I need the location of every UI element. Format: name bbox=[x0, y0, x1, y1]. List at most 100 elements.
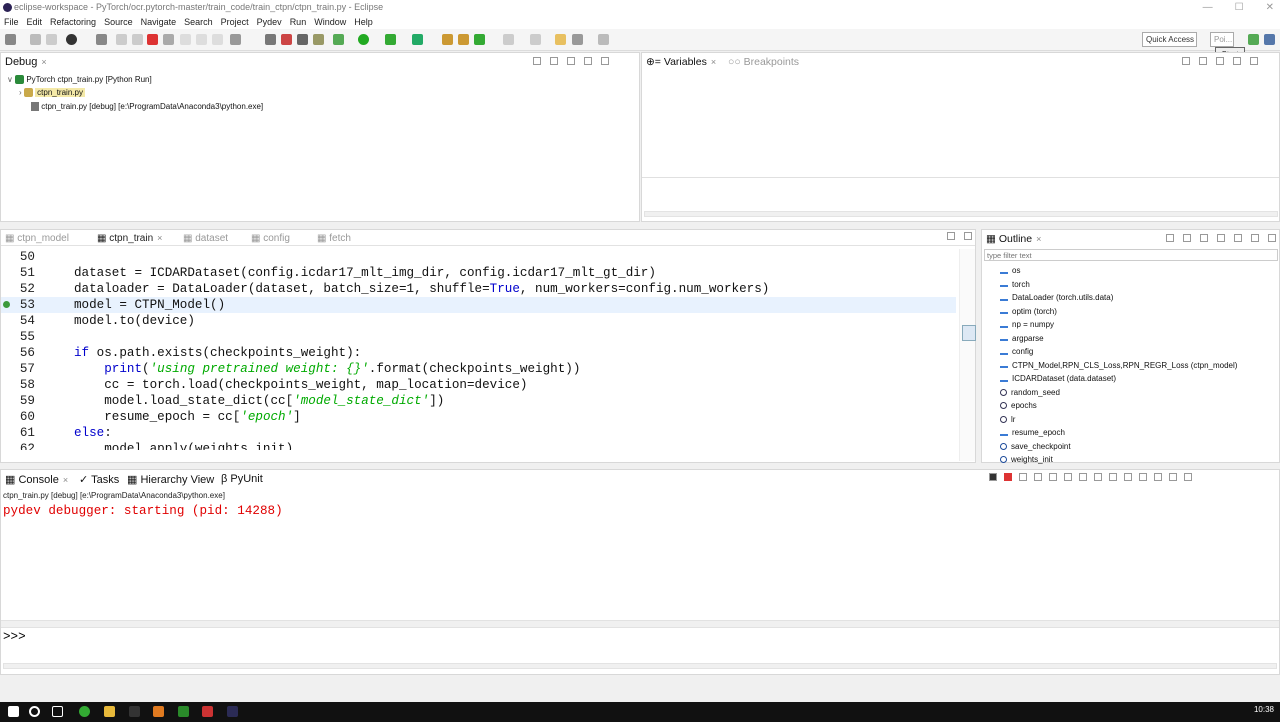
run-icon[interactable] bbox=[358, 34, 369, 45]
app-icon[interactable] bbox=[178, 706, 189, 717]
outline-item[interactable]: config bbox=[1000, 347, 1033, 356]
maximize-icon[interactable] bbox=[1268, 234, 1276, 242]
disconnect-icon[interactable] bbox=[163, 34, 174, 45]
tab-ctpn-train[interactable]: ▦ ctpn_train × bbox=[97, 233, 162, 244]
tab-tasks[interactable]: ✓ Tasks bbox=[79, 473, 119, 486]
open-type-icon[interactable] bbox=[442, 34, 453, 45]
tab-fetch[interactable]: ▦ fetch bbox=[317, 233, 351, 244]
debug-skip-icon[interactable] bbox=[66, 34, 77, 45]
external-tools-icon[interactable] bbox=[412, 34, 423, 45]
chrome-icon[interactable] bbox=[79, 706, 90, 717]
maximize-icon[interactable] bbox=[601, 57, 609, 65]
new-icon[interactable] bbox=[5, 34, 16, 45]
tab-pyunit[interactable]: β PyUnit bbox=[221, 473, 263, 485]
remove-launch-icon[interactable] bbox=[1019, 473, 1027, 481]
console-menu-icon[interactable] bbox=[989, 473, 997, 481]
tab-breakpoints[interactable]: ○○ Breakpoints bbox=[728, 56, 799, 68]
console-horizontal-scrollbar[interactable] bbox=[3, 663, 1277, 669]
menu-edit[interactable]: Edit bbox=[23, 15, 47, 29]
outline-item[interactable]: np = numpy bbox=[1000, 320, 1054, 329]
outline-item[interactable]: torch bbox=[1000, 280, 1030, 289]
menu-run[interactable]: Run bbox=[286, 15, 311, 29]
remove-all-icon[interactable] bbox=[1034, 473, 1042, 481]
show-on-error-icon[interactable] bbox=[1109, 473, 1117, 481]
maximize-icon[interactable] bbox=[1250, 57, 1258, 65]
coverage-icon[interactable] bbox=[385, 34, 396, 45]
menu-source[interactable]: Source bbox=[100, 15, 137, 29]
overview-ruler[interactable] bbox=[959, 249, 976, 461]
outline-item[interactable]: resume_epoch bbox=[1000, 428, 1065, 437]
clock[interactable]: 10:38 bbox=[1254, 705, 1274, 714]
outline-tab[interactable]: ▦ Outline × bbox=[986, 233, 1041, 245]
last-edit-icon[interactable] bbox=[555, 34, 566, 45]
horizontal-scrollbar[interactable] bbox=[644, 211, 1278, 217]
word-wrap-icon[interactable] bbox=[1079, 473, 1087, 481]
outline-item[interactable]: save_checkpoint bbox=[1000, 442, 1071, 451]
tab-hierarchy-view[interactable]: ▦ Hierarchy View bbox=[127, 473, 214, 486]
maximize-icon[interactable] bbox=[964, 232, 972, 240]
menu-pydev[interactable]: Pydev bbox=[253, 15, 286, 29]
maximize-icon[interactable] bbox=[1184, 473, 1192, 481]
app-icon[interactable] bbox=[202, 706, 213, 717]
tab-dataset[interactable]: ▦ dataset bbox=[183, 233, 228, 244]
close-window-button[interactable]: ✕ bbox=[1266, 0, 1274, 15]
tab-config[interactable]: ▦ config bbox=[251, 233, 290, 244]
pydev-perspective-icon[interactable] bbox=[1264, 34, 1275, 45]
terminate-relaunch-icon[interactable] bbox=[96, 34, 107, 45]
pin-console-icon[interactable] bbox=[1124, 473, 1132, 481]
prev-annotation-icon[interactable] bbox=[530, 34, 541, 45]
search-icon[interactable] bbox=[297, 34, 308, 45]
outline-item[interactable]: lr bbox=[1000, 415, 1015, 424]
debug-tab[interactable]: Debug × bbox=[5, 56, 47, 68]
pydev-icon[interactable] bbox=[265, 34, 276, 45]
show-type-names-icon[interactable] bbox=[1182, 57, 1190, 65]
forward-icon[interactable] bbox=[598, 34, 609, 45]
outline-item[interactable]: weights_init bbox=[1000, 455, 1053, 464]
tab-variables[interactable]: ⊕= Variables × bbox=[646, 56, 716, 68]
minimize-icon[interactable] bbox=[584, 57, 592, 65]
file-explorer-icon[interactable] bbox=[104, 706, 115, 717]
outline-item[interactable]: DataLoader (torch.utils.data) bbox=[1000, 293, 1113, 302]
clear-console-icon[interactable] bbox=[1049, 473, 1057, 481]
suspend-icon[interactable] bbox=[132, 34, 143, 45]
maximize-button[interactable]: ☐ bbox=[1235, 0, 1244, 15]
display-console-icon[interactable] bbox=[1139, 473, 1147, 481]
outline-item[interactable]: optim (torch) bbox=[1000, 307, 1057, 316]
ruler-thumb[interactable] bbox=[962, 325, 976, 341]
minimize-icon[interactable] bbox=[1169, 473, 1177, 481]
outline-filter-input[interactable] bbox=[984, 249, 1278, 261]
menu-file[interactable]: File bbox=[0, 15, 23, 29]
breakpoint-icon[interactable] bbox=[281, 34, 292, 45]
menu-help[interactable]: Help bbox=[350, 15, 377, 29]
save-icon[interactable] bbox=[30, 34, 41, 45]
outline-item[interactable]: random_seed bbox=[1000, 388, 1060, 397]
app-icon[interactable] bbox=[129, 706, 140, 717]
open-console-icon[interactable] bbox=[1154, 473, 1162, 481]
debug-icon[interactable] bbox=[333, 34, 344, 45]
hide-icon[interactable] bbox=[1183, 234, 1191, 242]
menu-project[interactable]: Project bbox=[217, 15, 253, 29]
minimize-icon[interactable] bbox=[1251, 234, 1259, 242]
save-all-icon[interactable] bbox=[46, 34, 57, 45]
menu-search[interactable]: Search bbox=[180, 15, 217, 29]
process-item[interactable]: ctpn_train.py [debug] [e:\ProgramData\An… bbox=[31, 102, 263, 112]
view-menu-icon[interactable] bbox=[1234, 234, 1242, 242]
view-menu-icon[interactable] bbox=[1216, 57, 1224, 65]
collapse-icon[interactable] bbox=[1200, 234, 1208, 242]
outline-item[interactable]: CTPN_Model,RPN_CLS_Loss,RPN_REGR_Loss (c… bbox=[1000, 361, 1237, 370]
collapse-all-icon[interactable] bbox=[1199, 57, 1207, 65]
menu-refactoring[interactable]: Refactoring bbox=[46, 15, 100, 29]
launch-item[interactable]: ∨ PyTorch ctpn_train.py [Python Run] bbox=[7, 75, 152, 85]
step-return-icon[interactable] bbox=[212, 34, 223, 45]
step-over-icon[interactable] bbox=[196, 34, 207, 45]
console-icon[interactable] bbox=[313, 34, 324, 45]
next-annotation-icon[interactable] bbox=[503, 34, 514, 45]
app-icon[interactable] bbox=[153, 706, 164, 717]
back-icon[interactable] bbox=[572, 34, 583, 45]
minimize-icon[interactable] bbox=[947, 232, 955, 240]
collapse-icon[interactable] bbox=[550, 57, 558, 65]
menu-navigate[interactable]: Navigate bbox=[137, 15, 181, 29]
outline-item[interactable]: argparse bbox=[1000, 334, 1044, 343]
scroll-lock-icon[interactable] bbox=[1064, 473, 1072, 481]
minimize-button[interactable]: — bbox=[1203, 0, 1213, 15]
